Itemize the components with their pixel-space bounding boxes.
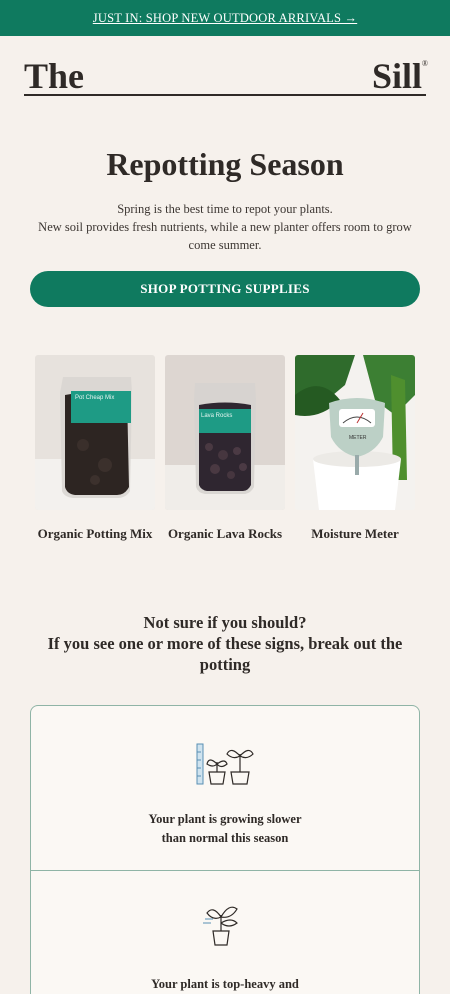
sign-item: Your plant is growing slower than normal… [31,706,419,871]
meter-label: METER [349,435,367,441]
logo-word-left: The [24,56,85,96]
signs-list: Your plant is growing slower than normal… [30,705,420,994]
sign-item: Your plant is top-heavy and [31,871,419,994]
logo-word-right: Sill ® [371,56,428,96]
hero-line-2: New soil provides fresh nutrients, while… [38,220,412,252]
signs-heading-line-2: If you see one or more of these signs, b… [47,634,403,674]
potting-mix-bag-label: Pot Cheap Mix [75,395,114,401]
brand-logo[interactable]: The Sill ® [24,56,428,96]
lava-rocks-bag-image[interactable]: Lava Rocks [165,355,285,510]
signs-heading-line-1: Not sure if you should? [143,613,307,632]
sign-text: Your plant is top-heavy and [151,977,299,991]
product-grid: Pot Cheap Mix Organic Potting Mix Lava R… [35,355,415,570]
hero-line-1: Spring is the best time to repot your pl… [117,202,333,216]
banner-link[interactable]: JUST IN: SHOP NEW OUTDOOR ARRIVALS → [93,11,357,26]
product-card-moisture-meter[interactable]: METER Moisture Meter [295,355,415,543]
top-heavy-plant-icon [195,901,255,947]
growth-ruler-icon [195,742,255,788]
registered-mark: ® [421,59,428,68]
product-card-potting-mix[interactable]: Pot Cheap Mix Organic Potting Mix [35,355,155,543]
moisture-meter-image[interactable]: METER [295,355,415,510]
product-name[interactable]: Moisture Meter [295,525,415,543]
product-card-lava-rocks[interactable]: Lava Rocks Organic Lava Rocks [165,355,285,543]
announcement-banner: JUST IN: SHOP NEW OUTDOOR ARRIVALS → [0,0,450,36]
signs-heading: Not sure if you should? If you see one o… [40,612,410,675]
sign-text: Your plant is growing slower than normal… [148,812,302,845]
product-name[interactable]: Organic Lava Rocks [165,525,285,543]
shop-potting-supplies-button[interactable]: SHOP POTTING SUPPLIES [30,271,420,307]
soil-bag-image[interactable]: Pot Cheap Mix [35,355,155,510]
hero-description: Spring is the best time to repot your pl… [30,200,420,254]
lava-rocks-bag-label: Lava Rocks [201,413,232,419]
hero-title: Repotting Season [106,146,344,182]
product-name[interactable]: Organic Potting Mix [35,525,155,543]
